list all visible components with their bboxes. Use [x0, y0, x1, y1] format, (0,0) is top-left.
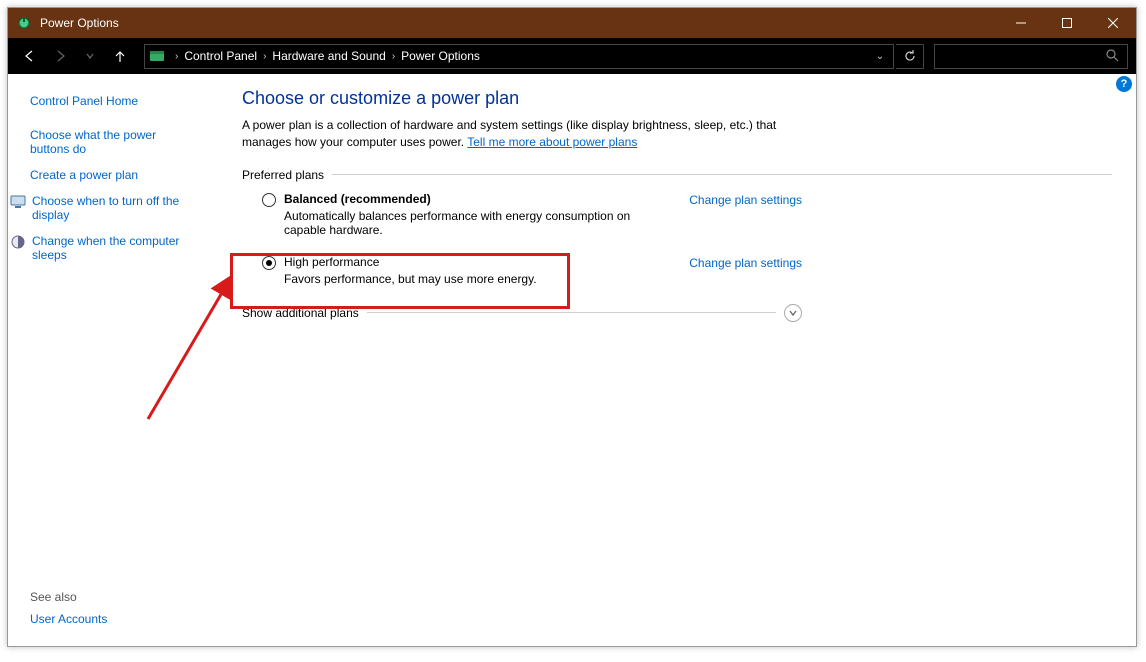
plan-name[interactable]: High performance: [284, 255, 669, 269]
back-button[interactable]: [16, 42, 44, 70]
breadcrumb-segment[interactable]: Power Options: [401, 49, 480, 63]
breadcrumb-segment[interactable]: Control Panel: [184, 49, 257, 63]
window-title: Power Options: [40, 16, 119, 30]
change-plan-settings-link[interactable]: Change plan settings: [689, 193, 802, 237]
up-button[interactable]: [106, 42, 134, 70]
more-info-link[interactable]: Tell me more about power plans: [467, 135, 637, 149]
see-also-link[interactable]: User Accounts: [30, 612, 208, 626]
minimize-button[interactable]: [998, 8, 1044, 38]
plan-description: Automatically balances performance with …: [284, 209, 669, 237]
control-panel-home-link[interactable]: Control Panel Home: [30, 94, 208, 108]
radio-button[interactable]: [262, 256, 276, 270]
content-area: ? Control Panel Home Choose what the pow…: [8, 74, 1136, 646]
chevron-right-icon: ›: [263, 51, 266, 62]
search-input[interactable]: [934, 44, 1128, 69]
display-icon: [10, 194, 26, 210]
preferred-plans-label: Preferred plans: [242, 168, 1112, 182]
chevron-right-icon: ›: [392, 51, 395, 62]
see-also-label: See also: [30, 590, 208, 604]
location-icon: [149, 48, 165, 64]
power-plan-balanced: Balanced (recommended) Automatically bal…: [242, 192, 802, 237]
plan-name[interactable]: Balanced (recommended): [284, 192, 669, 206]
sidebar-link[interactable]: Change when the computer sleeps: [32, 234, 192, 262]
sidebar-link[interactable]: Create a power plan: [30, 168, 208, 182]
title-bar: Power Options: [8, 8, 1136, 38]
sidebar: Control Panel Home Choose what the power…: [8, 74, 218, 646]
app-icon: [16, 15, 32, 31]
close-button[interactable]: [1090, 8, 1136, 38]
refresh-button[interactable]: [896, 44, 924, 69]
change-plan-settings-link[interactable]: Change plan settings: [689, 256, 802, 286]
search-icon: [1105, 48, 1119, 65]
radio-button[interactable]: [262, 193, 276, 207]
address-bar[interactable]: › Control Panel › Hardware and Sound › P…: [144, 44, 894, 69]
power-plan-high-performance: High performance Favors performance, but…: [242, 255, 802, 286]
plan-description: Favors performance, but may use more ene…: [284, 272, 669, 286]
show-additional-plans[interactable]: Show additional plans: [242, 304, 802, 322]
chevron-right-icon: ›: [175, 51, 178, 62]
nav-bar: › Control Panel › Hardware and Sound › P…: [8, 38, 1136, 74]
sleep-icon: [10, 234, 26, 250]
breadcrumb-segment[interactable]: Hardware and Sound: [272, 49, 385, 63]
chevron-down-icon: [784, 304, 802, 322]
window-frame: Power Options › Control Panel › Hardware…: [7, 7, 1137, 647]
address-dropdown-icon[interactable]: ⌄: [871, 51, 889, 62]
maximize-button[interactable]: [1044, 8, 1090, 38]
page-heading: Choose or customize a power plan: [242, 88, 1112, 109]
page-description: A power plan is a collection of hardware…: [242, 117, 802, 152]
main-panel: Choose or customize a power plan A power…: [218, 74, 1136, 646]
sidebar-link[interactable]: Choose when to turn off the display: [32, 194, 192, 222]
sidebar-link[interactable]: Choose what the power buttons do: [30, 128, 190, 156]
forward-button[interactable]: [46, 42, 74, 70]
recent-dropdown[interactable]: [76, 42, 104, 70]
